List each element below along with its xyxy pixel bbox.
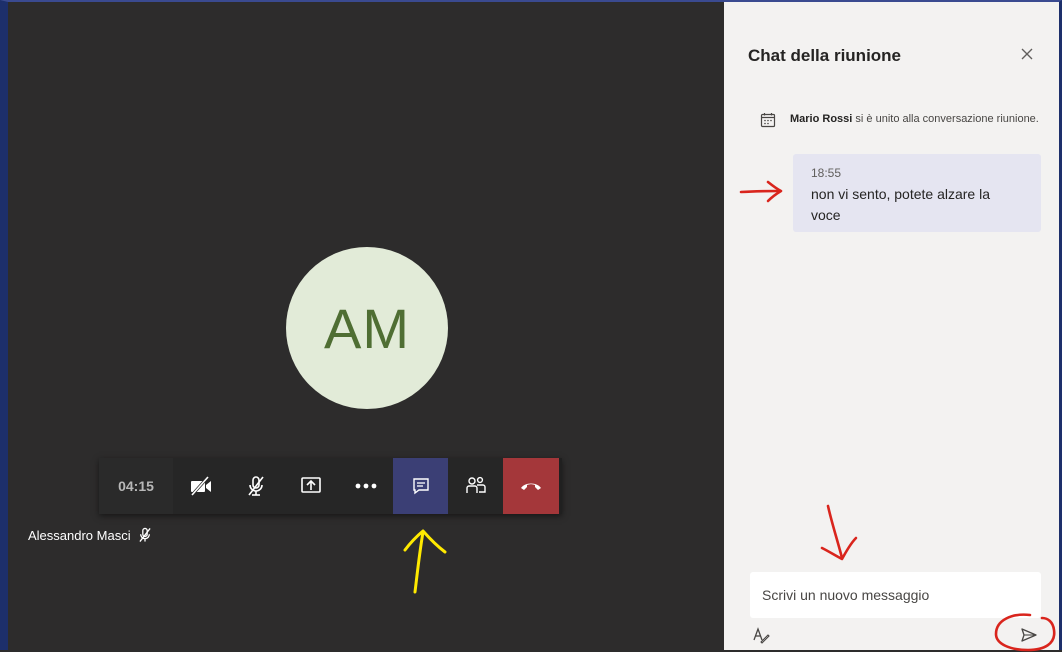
camera-toggle-button[interactable] <box>173 458 228 514</box>
calendar-icon <box>760 113 776 128</box>
red-arrow-annotation <box>739 180 783 203</box>
red-circle-annotation <box>994 613 1056 652</box>
format-icon[interactable] <box>752 626 770 644</box>
message-time: 18:55 <box>811 166 842 180</box>
teams-meeting-window: AM 04:15 Alessandro Masci Chat della riu… <box>0 0 1062 652</box>
share-screen-button[interactable] <box>283 458 338 514</box>
avatar-initials: AM <box>324 296 410 360</box>
participant-name: Alessandro Masci <box>28 527 131 543</box>
chat-message[interactable]: 18:55 non vi sento, potete alzare la voc… <box>793 154 1041 232</box>
hang-up-button[interactable] <box>503 458 559 514</box>
hangup-icon <box>521 483 541 490</box>
message-text: non vi sento, potete alzare la voce <box>811 186 991 223</box>
participant-name-tag: Alessandro Masci <box>28 527 153 543</box>
mic-off-icon <box>139 527 151 542</box>
chat-icon <box>412 478 429 495</box>
show-participants-button[interactable] <box>448 458 503 514</box>
meeting-chat-panel: Chat della riunione Mario Rossi si è uni… <box>724 0 1062 652</box>
people-icon <box>465 476 486 493</box>
participant-avatar: AM <box>286 247 448 409</box>
system-message: Mario Rossi si è unito alla conversazion… <box>760 112 1050 128</box>
more-actions-button[interactable] <box>338 458 393 514</box>
show-chat-button[interactable] <box>393 458 448 514</box>
yellow-arrow-annotation <box>403 529 447 594</box>
video-stage: AM 04:15 Alessandro Masci <box>0 0 724 650</box>
system-message-body: si è unito alla conversazione riunione. <box>852 113 1039 125</box>
system-message-text: Mario Rossi si è unito alla conversazion… <box>790 112 1039 128</box>
call-timer: 04:15 <box>99 458 173 514</box>
more-icon <box>355 483 376 489</box>
close-icon[interactable] <box>1020 47 1034 61</box>
camera-off-icon <box>190 476 211 496</box>
meeting-controls-toolbar: 04:15 <box>99 458 562 514</box>
red-arrow-annotation <box>820 504 858 561</box>
mic-off-icon <box>247 476 264 496</box>
chat-panel-title: Chat della riunione <box>748 46 902 65</box>
share-screen-icon <box>300 477 321 493</box>
mic-toggle-button[interactable] <box>228 458 283 514</box>
system-message-name: Mario Rossi <box>790 113 853 125</box>
